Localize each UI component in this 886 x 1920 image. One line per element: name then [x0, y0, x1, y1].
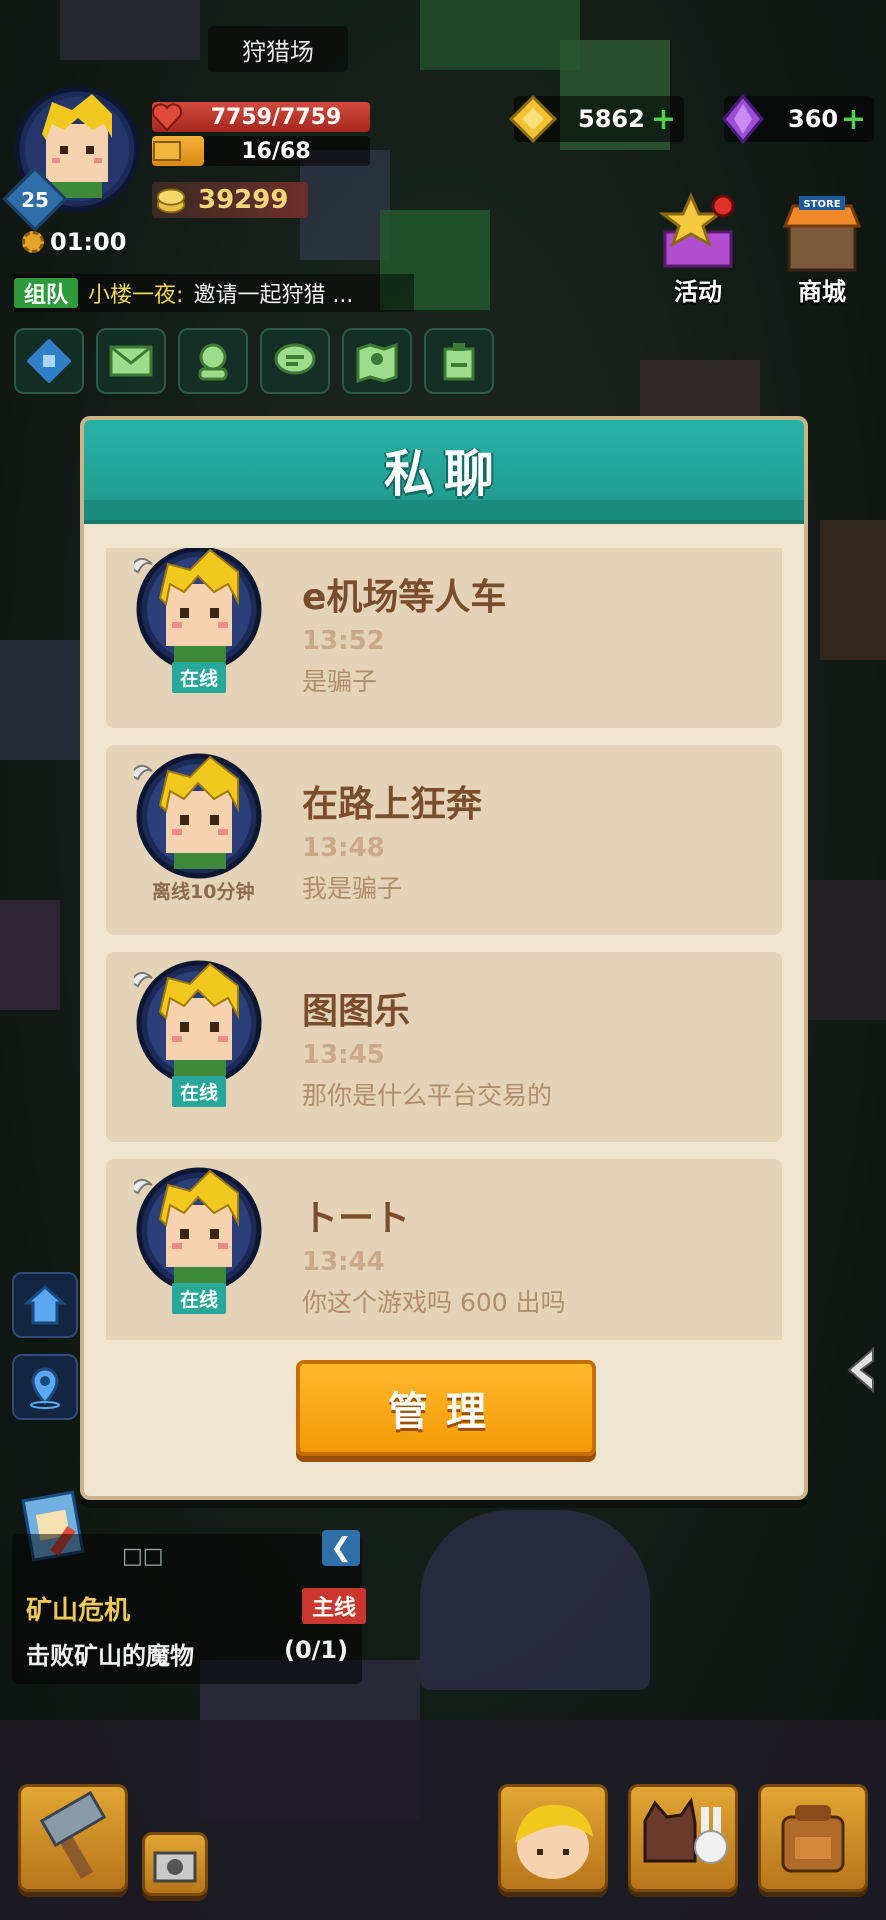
quest-type-tag: 主线: [302, 1588, 367, 1624]
message-time: 13:44: [302, 1247, 385, 1277]
private-chat-modal: 私聊 在线 e机场等人车 13:52 是骗子 离线10分钟 在路上狂奔 13:4…: [80, 416, 808, 1500]
gold-currency: 5862 +: [508, 94, 684, 144]
message-time: 13:45: [302, 1040, 385, 1070]
gold-value: 5862: [578, 105, 645, 133]
location-pin-icon: [30, 1367, 60, 1409]
team-tag: 组队: [14, 278, 79, 308]
pet-cat-rabbit-icon: [643, 1797, 728, 1864]
store-button[interactable]: STORE 商城: [772, 192, 872, 312]
hero-button[interactable]: [498, 1784, 608, 1892]
home-icon: [23, 1284, 67, 1325]
mail-icon[interactable]: [96, 328, 166, 394]
map-icon[interactable]: [342, 328, 412, 394]
xp-bar: 16/68: [152, 136, 370, 166]
message-preview: 那你是什么平台交易的: [302, 1081, 553, 1110]
quest-title: 矿山危机: [26, 1596, 131, 1626]
expand-right-button[interactable]: [840, 1340, 886, 1400]
quick-icon-row: [14, 328, 494, 394]
backpack-icon: [781, 1805, 845, 1873]
modal-header: 私聊: [84, 420, 804, 524]
chat-row[interactable]: 在线 图图乐 13:45 那你是什么平台交易的: [106, 952, 782, 1142]
layout-icon[interactable]: [14, 328, 84, 394]
online-status: 在线: [172, 1076, 227, 1107]
friend-avatar-wrap: 在线: [134, 548, 264, 704]
hammer-icon: [39, 1790, 107, 1880]
level-value: 25: [21, 188, 49, 212]
friend-name: 在路上狂奔: [302, 784, 483, 825]
modal-title: 私聊: [384, 445, 504, 503]
friend-avatar: [134, 548, 262, 672]
locate-button[interactable]: [12, 1354, 78, 1420]
friend-name: e机场等人车: [302, 577, 507, 618]
online-status: 在线: [172, 1283, 227, 1314]
zone-name-label: 狩猎场: [208, 26, 348, 72]
coin-value: 39299: [198, 185, 289, 215]
activity-label: 活动: [674, 278, 722, 306]
camera-icon: [153, 1851, 197, 1883]
add-gold-button[interactable]: +: [651, 102, 676, 137]
chat-row[interactable]: 在线 トート 13:44 你这个游戏吗 600 出吗: [106, 1159, 782, 1340]
xp-value: 16/68: [241, 138, 311, 164]
message-time: 13:48: [302, 833, 385, 863]
gem-value: 360: [788, 105, 839, 133]
purple-gem-icon: [716, 92, 770, 146]
store-sign-text: STORE: [803, 199, 840, 210]
team-chat-line[interactable]: 组队 小楼一夜: 邀请一起狩猎 ...: [14, 274, 414, 312]
pets-button[interactable]: [628, 1784, 738, 1892]
energy-icon: [148, 132, 186, 170]
quest-description: 击败矿山的魔物: [26, 1642, 194, 1670]
camera-button[interactable]: [142, 1832, 208, 1896]
message-time: 13:52: [302, 626, 385, 656]
friend-avatar-wrap: 离线10分钟: [134, 751, 264, 911]
chat-row[interactable]: 离线10分钟 在路上狂奔 13:48 我是骗子: [106, 745, 782, 935]
build-hammer-button[interactable]: [18, 1784, 128, 1892]
online-status: 在线: [172, 662, 227, 693]
timer-value: 01:00: [50, 228, 127, 256]
quest-collapse-button[interactable]: ❮: [322, 1530, 360, 1566]
chevron-left-icon: ❮: [330, 1533, 352, 1563]
activity-star-icon: [658, 192, 735, 268]
hp-value: 7759/7759: [210, 104, 342, 130]
team-message: 邀请一起狩猎 ...: [193, 283, 354, 308]
team-sender: 小楼一夜:: [88, 283, 184, 308]
friend-name: トート: [302, 1198, 411, 1239]
message-preview: 你这个游戏吗 600 出吗: [302, 1288, 566, 1317]
friends-icon[interactable]: [178, 328, 248, 394]
bag-button[interactable]: [758, 1784, 868, 1892]
home-button[interactable]: [12, 1272, 78, 1338]
message-preview: 是骗子: [302, 667, 378, 696]
gem-currency: 360 +: [722, 94, 874, 144]
chat-list[interactable]: 在线 e机场等人车 13:52 是骗子 离线10分钟 在路上狂奔 13:48 我…: [106, 548, 782, 1340]
manage-button[interactable]: 管理: [296, 1360, 596, 1456]
online-status: 离线10分钟: [152, 881, 255, 903]
friend-avatar: [134, 753, 262, 879]
chevron-left-icon: [847, 1346, 874, 1394]
quest-pager: □□: [122, 1544, 164, 1569]
activity-button[interactable]: 活动: [648, 192, 748, 312]
chat-row[interactable]: 在线 e机场等人车 13:52 是骗子: [106, 548, 782, 728]
add-gem-button[interactable]: +: [841, 102, 866, 137]
sun-icon: [22, 231, 44, 253]
coin-stack-icon: [152, 180, 190, 218]
badge-icon[interactable]: [424, 328, 494, 394]
friend-avatar: [134, 960, 262, 1086]
heart-icon: [148, 98, 186, 136]
message-preview: 我是骗子: [302, 874, 403, 903]
chat-icon[interactable]: [260, 328, 330, 394]
gold-diamond-icon: [506, 92, 560, 146]
store-label: 商城: [798, 278, 846, 306]
coin-bar: 39299: [152, 182, 308, 218]
hero-portrait-icon: [515, 1804, 593, 1879]
quest-progress: (0/1): [284, 1636, 349, 1664]
friend-name: 图图乐: [302, 991, 411, 1032]
friend-avatar-wrap: 在线: [134, 1165, 264, 1325]
hp-bar: 7759/7759: [151, 102, 370, 132]
timer: 01:00: [22, 228, 126, 256]
store-icon: STORE: [782, 196, 862, 272]
friend-avatar: [134, 1167, 262, 1293]
friend-avatar-wrap: 在线: [134, 958, 264, 1118]
